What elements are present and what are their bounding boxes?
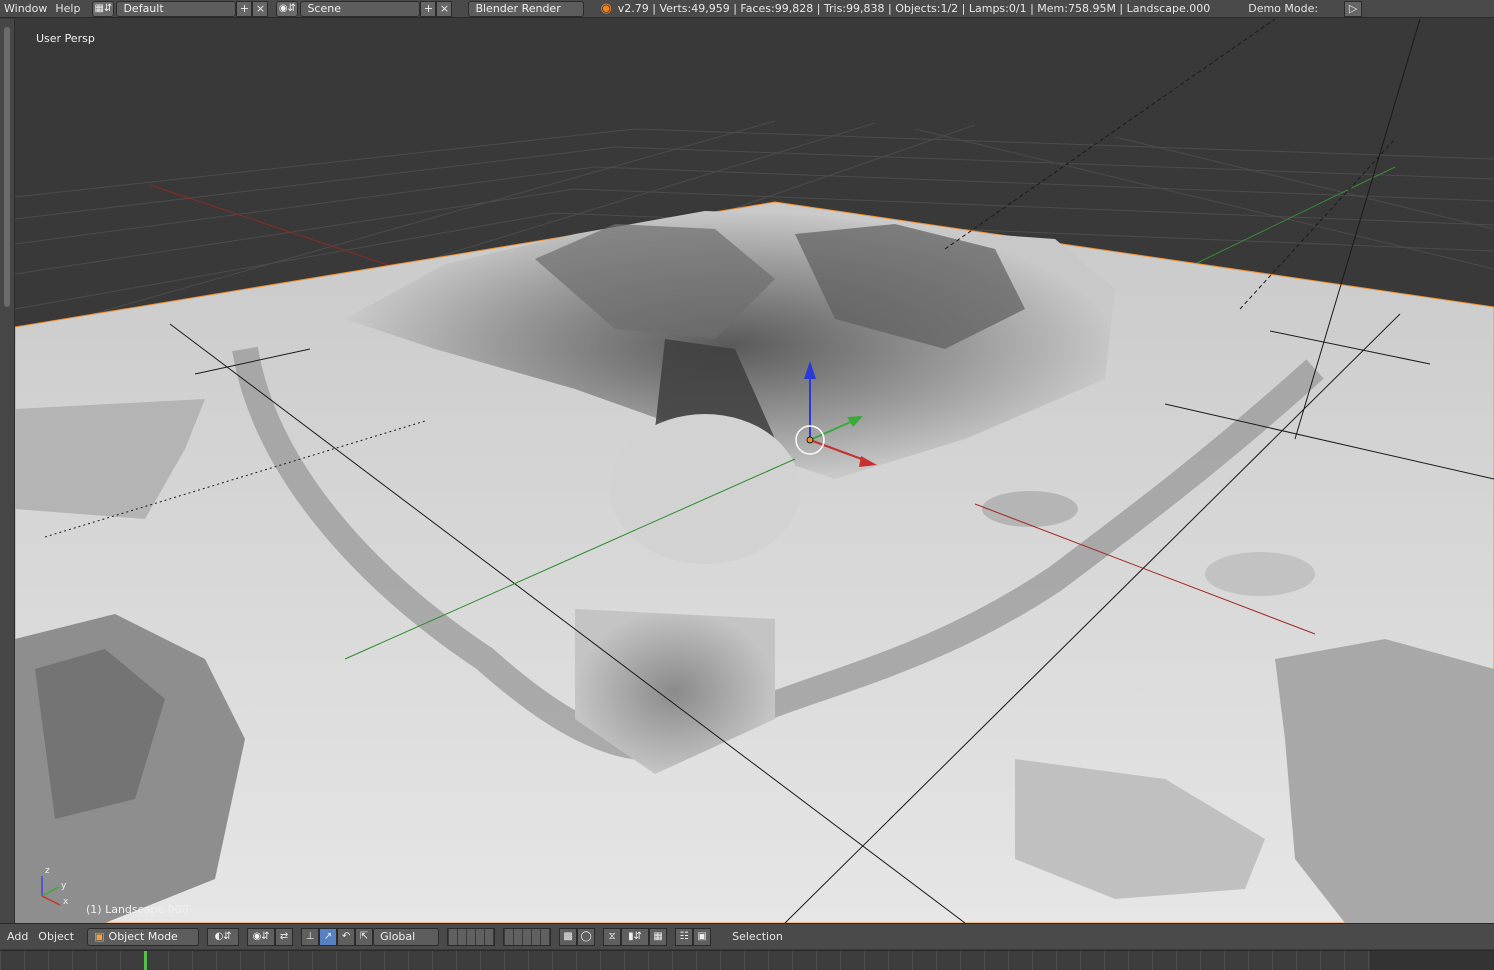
axis-widget-y-label: y [61,881,67,891]
object-menu[interactable]: Object [33,930,79,943]
screen-layout-field[interactable]: Default [116,0,237,17]
translate-icon[interactable]: ↗ [319,927,338,946]
layers-grid-2[interactable] [503,927,552,946]
render-icon[interactable]: ☷ [675,927,694,946]
info-header: Window Help ▦⇵ Default + × ◉⇵ Scene + × … [0,0,1494,18]
scene-icon[interactable]: ◉⇵ [276,0,299,17]
scene-field[interactable]: Scene [300,0,421,17]
viewport-scene: z y x [15,19,1494,923]
add-layout-button[interactable]: + [236,0,253,17]
mode-select-label: Object Mode [108,929,178,943]
help-menu[interactable]: Help [51,0,84,18]
snap-icon[interactable]: ⧖ [603,927,622,946]
demo-mode-label: Demo Mode: [1248,1,1319,15]
axis-widget-z-label: z [45,866,50,876]
snap-align-icon[interactable]: ▦ [649,927,668,946]
grid-y-axis-line [1194,166,1396,265]
add-scene-button[interactable]: + [420,0,437,17]
camera-icon[interactable]: ▣ [693,927,712,946]
viewport-header: Add Object ▣ Object Mode ◐⇵ ◉⇵ ⇄ ⊥ ↗ ↶ ⇱… [0,923,1494,949]
window-menu[interactable]: Window [0,0,51,18]
remove-scene-button[interactable]: × [436,0,453,17]
timeline-strip[interactable] [0,950,1494,970]
scale-icon[interactable]: ⇱ [355,927,374,946]
shading-sphere-icon[interactable]: ◐⇵ [207,927,240,946]
current-frame-marker[interactable] [144,951,147,970]
rotate-icon[interactable]: ↶ [337,927,356,946]
orientation-select[interactable]: Global [373,927,440,946]
layout-icon[interactable]: ▦⇵ [92,0,115,17]
timeline-ticks [0,951,1370,970]
play-icon[interactable]: ▷ [1344,0,1363,17]
cube-icon: ▣ [94,929,105,943]
3d-viewport[interactable]: z y x User Persp (1) Landscape.000 [15,19,1494,923]
timeline-end-zone [1370,951,1494,970]
add-menu[interactable]: Add [2,930,33,943]
manipulator-icon[interactable]: ⊥ [301,927,320,946]
layers-grid-1[interactable] [447,927,496,946]
scrollbar-handle[interactable] [4,27,10,307]
mode-select[interactable]: ▣ Object Mode [87,927,200,946]
scene-stats: v2.79 | Verts:49,959 | Faces:99,828 | Tr… [617,2,1211,15]
active-object-label: (1) Landscape.000 [86,903,189,916]
snap-element-icon[interactable]: ⇄ [275,927,294,946]
axis-widget-x-label: x [63,897,69,907]
pivot-icon[interactable]: ◉⇵ [247,927,276,946]
render-engine-select[interactable]: Blender Render [468,0,585,17]
toolshelf-edge[interactable] [0,19,15,923]
selection-label: Selection [732,930,783,943]
blender-logo-icon: ◉ [600,1,612,16]
view-perspective-label: User Persp [36,32,95,45]
snap-target-icon[interactable]: ▮⇵ [621,927,650,946]
lock-icon[interactable]: ▩ [559,927,578,946]
remove-layout-button[interactable]: × [252,0,269,17]
proportional-icon[interactable]: ◯ [577,927,596,946]
